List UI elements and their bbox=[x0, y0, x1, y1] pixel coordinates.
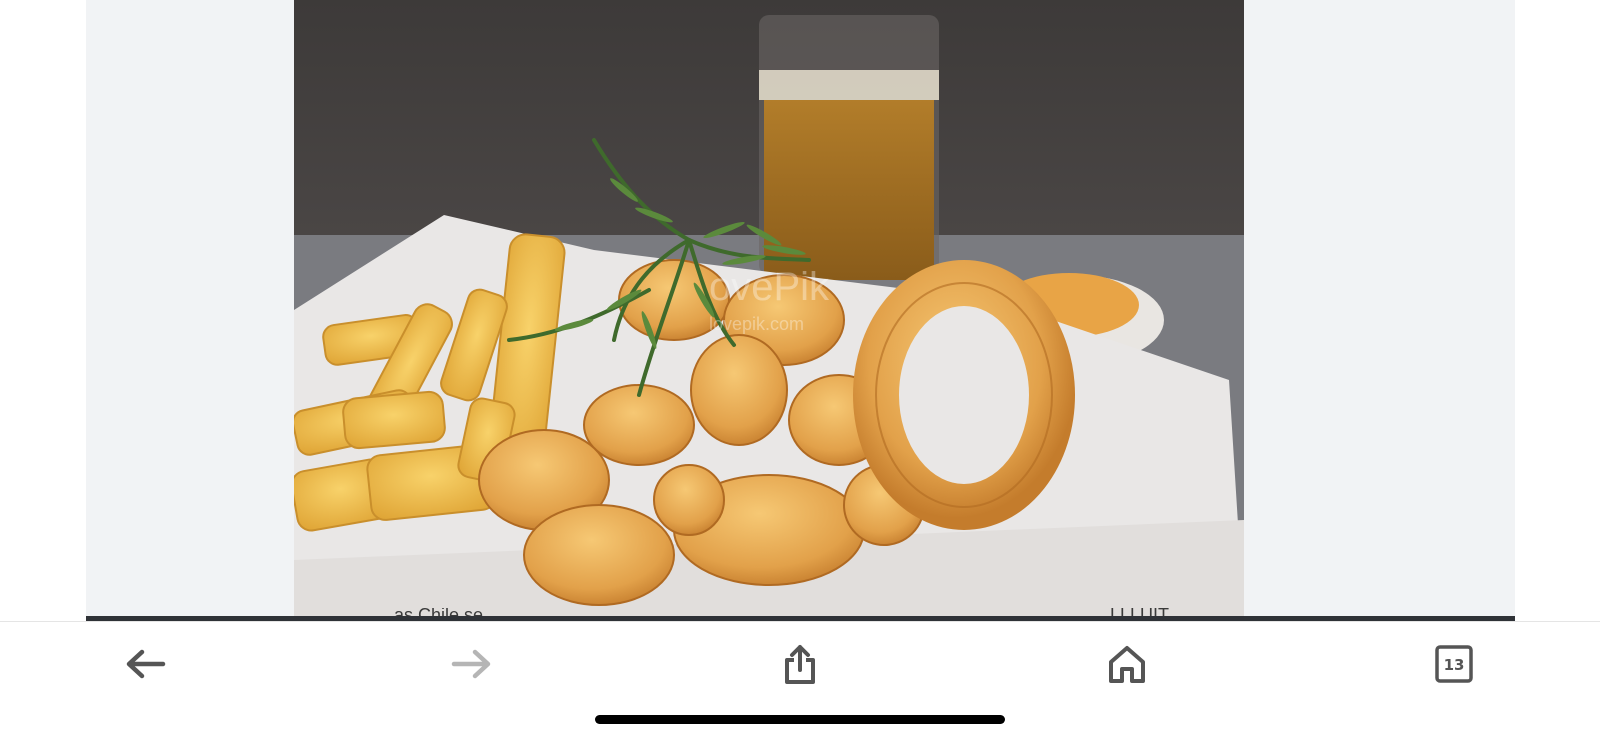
back-arrow-icon bbox=[126, 649, 166, 679]
tabs-icon: 13 bbox=[1435, 645, 1473, 683]
watermark-url: lovepik.com bbox=[709, 314, 804, 334]
back-button[interactable] bbox=[117, 640, 173, 688]
home-button[interactable] bbox=[1099, 640, 1155, 688]
food-photo-graphic: ovePik lovepik.com bbox=[294, 0, 1244, 620]
watermark-text: ovePik bbox=[709, 265, 830, 309]
tabs-button[interactable]: 13 bbox=[1426, 640, 1482, 688]
food-photo[interactable]: ovePik lovepik.com bbox=[294, 0, 1244, 620]
forward-button[interactable] bbox=[444, 640, 500, 688]
home-icon bbox=[1109, 646, 1145, 683]
home-indicator[interactable] bbox=[595, 715, 1005, 724]
share-button[interactable] bbox=[772, 640, 828, 688]
forward-arrow-icon bbox=[451, 649, 491, 679]
share-icon bbox=[785, 645, 815, 684]
tab-count: 13 bbox=[1444, 656, 1465, 674]
image-viewer: ovePik lovepik.com bbox=[86, 0, 1515, 620]
